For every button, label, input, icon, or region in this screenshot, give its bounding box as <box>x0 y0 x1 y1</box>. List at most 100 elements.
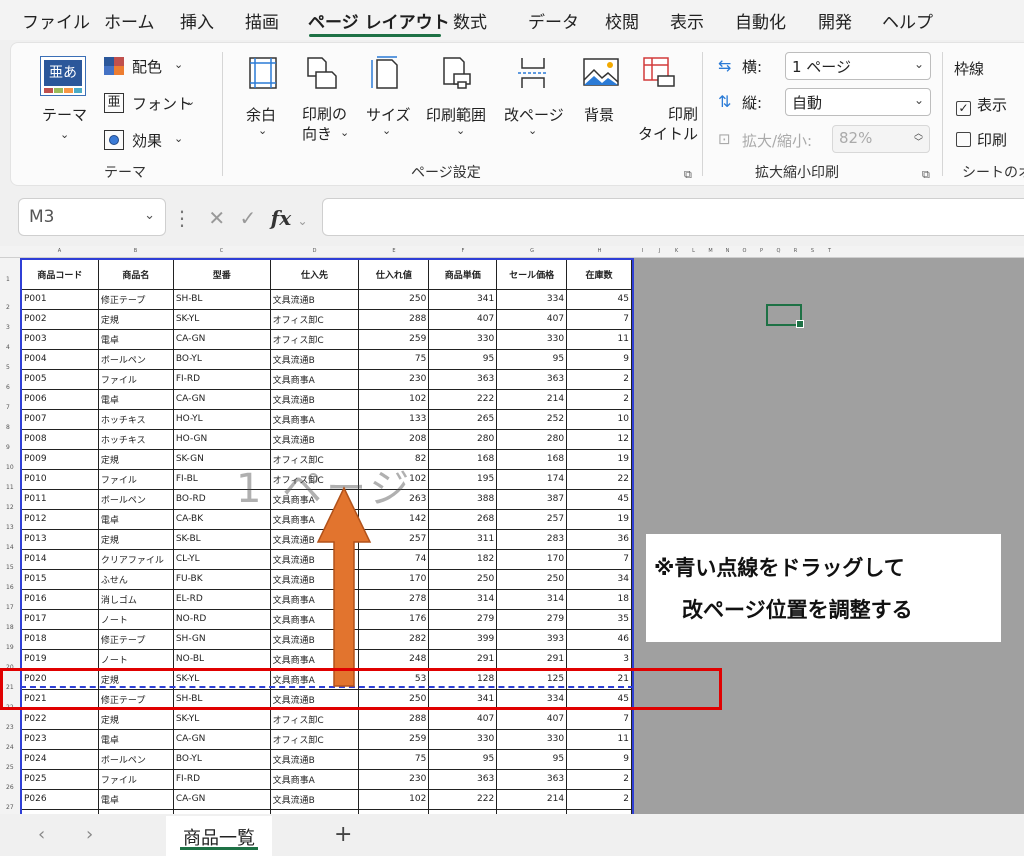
table-cell[interactable]: 387 <box>496 488 568 510</box>
table-cell[interactable]: 268 <box>428 508 498 530</box>
selected-cell-m3[interactable] <box>766 304 804 328</box>
column-header[interactable]: D <box>270 248 359 254</box>
table-cell[interactable]: 102 <box>358 388 430 410</box>
width-select[interactable]: 1 ページ ⌄ <box>785 52 931 80</box>
row-header[interactable]: 18 <box>6 624 14 631</box>
table-cell[interactable]: 文具流通B <box>269 788 360 810</box>
column-header[interactable]: F <box>429 248 497 254</box>
table-cell[interactable]: 407 <box>496 308 568 330</box>
table-cell[interactable]: NO-BL <box>172 648 271 670</box>
table-cell[interactable]: ファイル <box>97 768 174 790</box>
row-header[interactable]: 4 <box>6 344 10 351</box>
table-cell[interactable]: 279 <box>496 608 568 630</box>
table-cell[interactable]: 407 <box>428 308 498 330</box>
column-header[interactable]: I <box>634 248 651 254</box>
table-cell[interactable]: 257 <box>496 508 568 530</box>
table-cell[interactable]: BO-YL <box>172 748 271 770</box>
table-cell[interactable]: 291 <box>428 648 498 670</box>
table-cell[interactable]: 363 <box>496 368 568 390</box>
table-cell[interactable]: P017 <box>21 608 99 630</box>
table-cell[interactable]: 250 <box>358 288 430 310</box>
table-cell[interactable]: 222 <box>428 788 498 810</box>
sheet-tab-active[interactable]: 商品一覧 <box>166 816 272 856</box>
tab-home[interactable]: ホーム <box>104 8 155 33</box>
name-box[interactable]: M3 ⌄ <box>18 198 166 236</box>
table-cell[interactable]: 265 <box>428 408 498 430</box>
table-cell[interactable]: 文具流通B <box>269 748 360 770</box>
tab-draw[interactable]: 描画 <box>245 8 279 33</box>
header-cell[interactable]: 仕入れ値 <box>358 258 430 290</box>
table-cell[interactable]: 279 <box>428 608 498 630</box>
column-header[interactable]: B <box>98 248 173 254</box>
table-cell[interactable]: 45 <box>566 288 632 310</box>
insert-function-button[interactable]: fx <box>271 206 292 230</box>
table-cell[interactable]: 208 <box>358 428 430 450</box>
table-cell[interactable]: 407 <box>428 708 498 730</box>
table-cell[interactable]: 407 <box>496 708 568 730</box>
table-cell[interactable]: P016 <box>21 588 99 610</box>
table-cell[interactable]: 12 <box>566 428 632 450</box>
table-cell[interactable]: 9 <box>566 348 632 370</box>
table-cell[interactable]: 11 <box>566 328 632 350</box>
column-header[interactable]: S <box>804 248 821 254</box>
row-header[interactable]: 10 <box>6 464 14 471</box>
table-cell[interactable]: 文具流通B <box>269 288 360 310</box>
tab-review[interactable]: 校閲 <box>605 8 639 33</box>
table-cell[interactable]: 2 <box>566 788 632 810</box>
header-cell[interactable]: 在庫数 <box>566 258 632 290</box>
header-cell[interactable]: 商品単価 <box>428 258 498 290</box>
table-cell[interactable]: 311 <box>428 528 498 550</box>
table-cell[interactable]: オフィス卸C <box>269 308 360 330</box>
row-header[interactable]: 13 <box>6 524 14 531</box>
table-cell[interactable]: 修正テープ <box>97 288 174 310</box>
column-header[interactable]: M <box>702 248 719 254</box>
worksheet-page-break-preview[interactable]: ABCDEFGHIJKLMNOPQRST 1 2 3 4 5 6 7 8 9 10 11 12 13 14… <box>0 246 1024 814</box>
row-header[interactable]: 9 <box>6 444 10 451</box>
table-cell[interactable]: 330 <box>496 328 568 350</box>
row-header[interactable]: 24 <box>6 744 14 751</box>
dialog-launcher-icon[interactable]: ⧉ <box>684 168 692 182</box>
table-cell[interactable]: ボールペン <box>97 348 174 370</box>
table-cell[interactable]: P026 <box>21 788 99 810</box>
table-cell[interactable]: 電卓 <box>97 388 174 410</box>
table-cell[interactable]: 電卓 <box>97 788 174 810</box>
row-header[interactable]: 2 <box>6 304 10 311</box>
table-cell[interactable]: オフィス卸C <box>269 708 360 730</box>
table-cell[interactable]: P012 <box>21 508 99 530</box>
table-cell[interactable]: P013 <box>21 528 99 550</box>
table-cell[interactable]: 399 <box>428 628 498 650</box>
table-cell[interactable]: 電卓 <box>97 508 174 530</box>
table-cell[interactable]: 75 <box>358 348 430 370</box>
column-header[interactable]: P <box>753 248 770 254</box>
table-cell[interactable]: 133 <box>358 408 430 430</box>
table-cell[interactable]: 文具商事A <box>269 768 360 790</box>
dialog-launcher-icon[interactable]: ⧉ <box>922 168 930 182</box>
table-cell[interactable]: 291 <box>496 648 568 670</box>
table-cell[interactable]: P018 <box>21 628 99 650</box>
table-cell[interactable]: 330 <box>428 728 498 750</box>
tab-formulas[interactable]: 数式 <box>453 8 487 33</box>
table-cell[interactable]: 230 <box>358 368 430 390</box>
table-cell[interactable]: P008 <box>21 428 99 450</box>
table-cell[interactable]: 19 <box>566 448 632 470</box>
table-cell[interactable]: SK-YL <box>172 308 271 330</box>
table-cell[interactable]: 電卓 <box>97 328 174 350</box>
table-cell[interactable]: 280 <box>428 428 498 450</box>
table-cell[interactable]: 75 <box>358 748 430 770</box>
enter-icon[interactable]: ✓ <box>239 206 256 230</box>
row-header[interactable]: 25 <box>6 764 14 771</box>
table-cell[interactable]: 250 <box>496 568 568 590</box>
tab-developer[interactable]: 開発 <box>818 8 852 33</box>
table-cell[interactable]: 363 <box>428 768 498 790</box>
table-cell[interactable]: 定規 <box>97 448 174 470</box>
table-cell[interactable]: 195 <box>428 468 498 490</box>
table-cell[interactable]: オフィス卸C <box>269 728 360 750</box>
row-header[interactable]: 16 <box>6 584 14 591</box>
table-cell[interactable]: 168 <box>496 448 568 470</box>
table-cell[interactable]: P009 <box>21 448 99 470</box>
table-cell[interactable]: 修正テープ <box>97 628 174 650</box>
table-cell[interactable]: P015 <box>21 568 99 590</box>
table-cell[interactable]: 35 <box>566 608 632 630</box>
row-header[interactable]: 26 <box>6 784 14 791</box>
scale-spinner[interactable]: 82% ︿ ﹀ <box>832 125 930 153</box>
